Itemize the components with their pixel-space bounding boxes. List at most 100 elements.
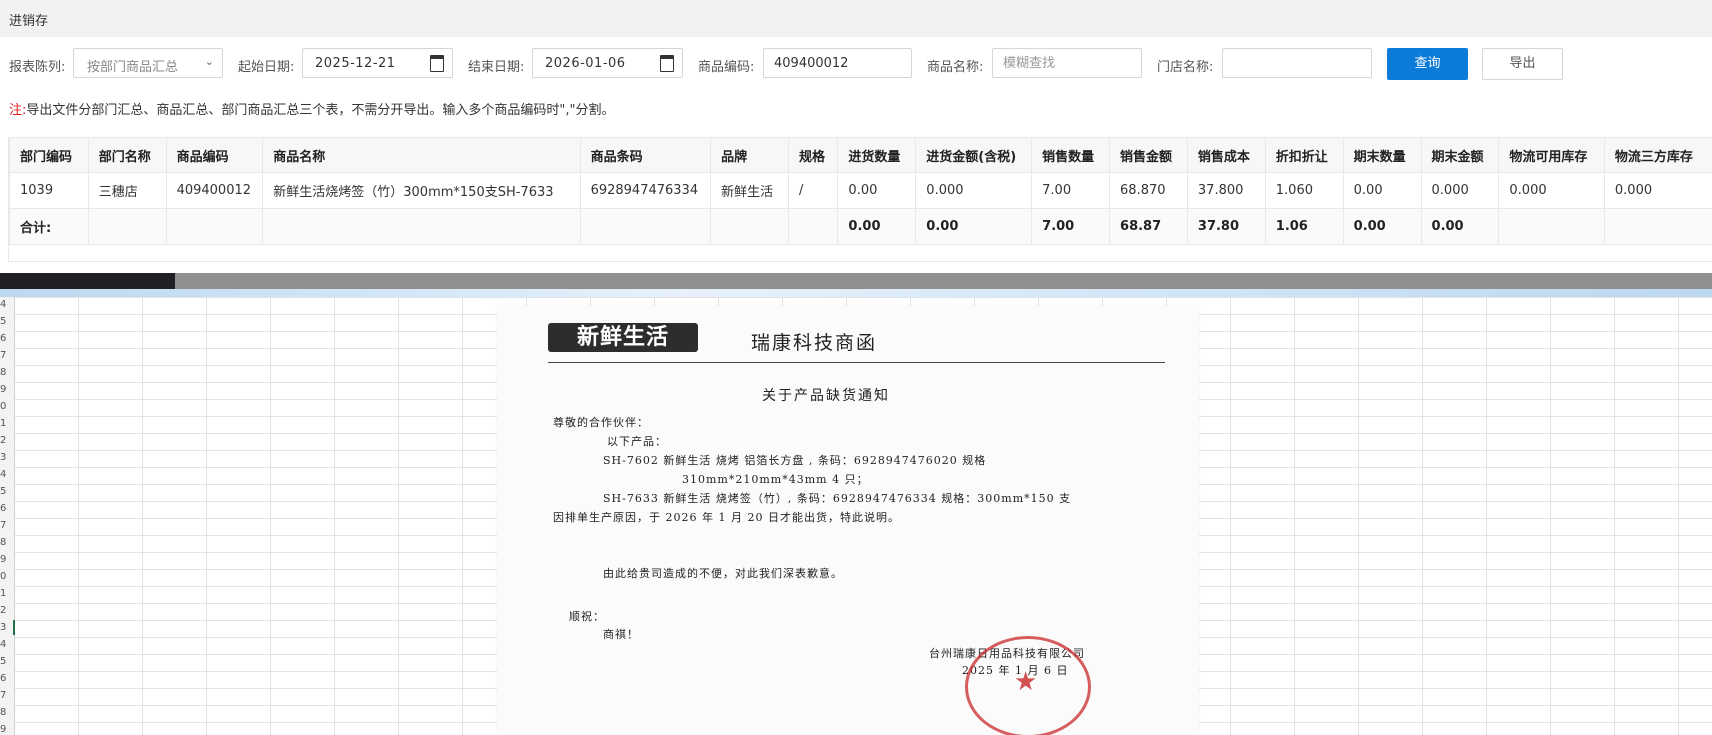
total-cell: 68.87 (1109, 208, 1188, 245)
letter-apology: 由此给贵司造成的不便，对此我们深表歉意。 (603, 567, 843, 580)
company-seal-stamp: ★ (965, 636, 1091, 735)
column-header[interactable]: 物流可用库存 (1498, 137, 1605, 173)
column-header[interactable]: 规格 (787, 137, 839, 173)
row-number[interactable]: 5 (0, 656, 14, 667)
column-header[interactable]: 销售金额 (1109, 137, 1188, 173)
row-number[interactable]: 2 (0, 435, 14, 446)
row-number[interactable]: 6 (0, 333, 14, 344)
report-table-container: 部门编码 部门名称 商品编码 商品名称 商品条码 品牌 规格 进货数量 进货金额(含税) 销售数量… (8, 137, 1712, 262)
total-cell (787, 208, 839, 245)
product-code-input[interactable] (763, 48, 912, 78)
report-table: 部门编码 部门名称 商品编码 商品名称 商品条码 品牌 规格 进货数量 进货金额(含税) 销售数量… (9, 137, 1712, 245)
app-title: 进销存 (9, 14, 49, 29)
table-cell: 0.000 (915, 172, 1033, 209)
row-number[interactable]: 0 (0, 401, 14, 412)
table-cell: 1.060 (1264, 172, 1344, 209)
filter-bar: 报表陈列: 按部门商品汇总 ⌄ 起始日期: 2025-12-21 结束日期: 2… (0, 48, 1712, 82)
calendar-icon[interactable] (430, 55, 444, 72)
end-date-input[interactable]: 2026-01-06 (532, 48, 683, 78)
table-cell: 0.000 (1420, 172, 1500, 209)
row-number[interactable]: 6 (0, 673, 14, 684)
letter-item1-line1: SH-7602 新鲜生活 烧烤 铝箔长方盘 , 条码：6928947476020… (603, 454, 987, 467)
row-number[interactable]: 7 (0, 690, 14, 701)
row-number[interactable]: 5 (0, 316, 14, 327)
row-number[interactable]: 9 (0, 724, 14, 735)
table-cell: 新鲜生活 (710, 172, 789, 209)
row-number[interactable]: 8 (0, 707, 14, 718)
column-header[interactable]: 进货数量 (837, 137, 917, 173)
column-header[interactable]: 物流三方库存 (1603, 137, 1712, 173)
report-type-select[interactable]: 按部门商品汇总 ⌄ (73, 48, 223, 78)
report-type-label: 报表陈列: (9, 60, 66, 75)
letter-item2-line2: 因排单生产原因，于 2026 年 1 月 20 日才能出货，特此说明。 (553, 511, 900, 524)
total-cell: 1.06 (1264, 208, 1344, 245)
row-number[interactable]: 2 (0, 605, 14, 616)
start-date-label: 起始日期: (238, 60, 295, 75)
row-number[interactable]: 4 (0, 299, 14, 310)
row-number[interactable]: 3 (0, 622, 14, 633)
table-cell: 1039 (9, 172, 89, 209)
row-number[interactable]: 6 (0, 503, 14, 514)
query-button[interactable]: 查询 (1387, 48, 1468, 80)
column-header[interactable]: 期末数量 (1342, 137, 1422, 173)
total-cell (1603, 208, 1712, 245)
column-header[interactable]: 商品条码 (579, 137, 712, 173)
end-date-value: 2026-01-06 (545, 56, 626, 71)
column-header[interactable]: 进货金额(含税) (915, 137, 1033, 173)
total-cell: 0.00 (1342, 208, 1422, 245)
column-header[interactable]: 商品名称 (262, 137, 581, 173)
total-cell: 合计: (9, 208, 89, 245)
letter-title: 关于产品缺货通知 (762, 388, 890, 404)
row-number[interactable]: 7 (0, 350, 14, 361)
column-header[interactable]: 折扣折让 (1264, 137, 1344, 173)
column-header[interactable]: 期末金额 (1420, 137, 1500, 173)
row-number[interactable]: 1 (0, 588, 14, 599)
table-cell: 68.870 (1109, 172, 1188, 209)
table-cell: 0.00 (1342, 172, 1422, 209)
row-number[interactable]: 8 (0, 367, 14, 378)
sheet-column-header-band (0, 289, 1712, 297)
notice-letter-image[interactable]: 新鲜生活 瑞康科技商函 关于产品缺货通知 尊敬的合作伙伴： 以下产品： SH-7… (497, 306, 1199, 735)
column-header[interactable]: 部门编码 (9, 137, 89, 173)
chevron-down-icon: ⌄ (204, 55, 214, 68)
row-number[interactable]: 4 (0, 639, 14, 650)
row-header: 4 5 6 7 8 9 0 1 2 3 4 5 6 7 8 9 0 1 2 3 4 5 6 7 8 9 (0, 297, 15, 735)
total-cell (262, 208, 581, 245)
letter-item2-line1: SH-7633 新鲜生活 烧烤签（竹）, 条码：6928947476334 规格… (603, 492, 1072, 505)
row-number[interactable]: 9 (0, 554, 14, 565)
table-cell: 三穗店 (87, 172, 167, 209)
table-cell: 新鲜生活烧烤签（竹）300mm*150支SH-7633 (262, 172, 581, 209)
export-button[interactable]: 导出 (1482, 48, 1563, 80)
letter-item1-line2: 310mm*210mm*43mm 4 只； (682, 473, 869, 486)
report-type-value: 按部门商品汇总 (87, 60, 179, 75)
table-cell: 409400012 (165, 172, 264, 209)
column-header[interactable]: 品牌 (710, 137, 789, 173)
column-header[interactable]: 销售数量 (1031, 137, 1111, 173)
export-note: 注:导出文件分部门汇总、商品汇总、部门商品汇总三个表，不需分开导出。输入多个商品… (9, 99, 614, 118)
row-number[interactable]: 3 (0, 452, 14, 463)
table-row[interactable]: 1039 三穗店 409400012 新鲜生活烧烤签（竹）300mm*150支SH-7… (9, 172, 1712, 209)
row-number[interactable]: 7 (0, 520, 14, 531)
row-number[interactable]: 4 (0, 469, 14, 480)
store-name-input[interactable] (1222, 48, 1372, 78)
app-header: 进销存 (0, 0, 1712, 37)
horizontal-scrollbar[interactable] (0, 273, 1712, 289)
row-number[interactable]: 9 (0, 384, 14, 395)
store-name-label: 门店名称: (1157, 60, 1214, 75)
letter-intro: 以下产品： (607, 435, 667, 448)
table-cell: 6928947476334 (579, 172, 712, 209)
row-number[interactable]: 8 (0, 537, 14, 548)
column-header[interactable]: 商品编码 (165, 137, 264, 173)
calendar-icon[interactable] (660, 55, 674, 72)
table-header-row: 部门编码 部门名称 商品编码 商品名称 商品条码 品牌 规格 进货数量 进货金额(含税) 销售数量… (9, 137, 1712, 173)
start-date-input[interactable]: 2025-12-21 (302, 48, 453, 78)
scrollbar-thumb[interactable] (0, 273, 175, 289)
letter-greeting: 尊敬的合作伙伴： (553, 416, 649, 429)
row-number[interactable]: 1 (0, 418, 14, 429)
column-header[interactable]: 部门名称 (87, 137, 167, 173)
row-number[interactable]: 0 (0, 571, 14, 582)
letter-closing-1: 顺祝： (569, 610, 605, 623)
product-name-input[interactable] (992, 48, 1142, 78)
row-number[interactable]: 5 (0, 486, 14, 497)
column-header[interactable]: 销售成本 (1186, 137, 1266, 173)
